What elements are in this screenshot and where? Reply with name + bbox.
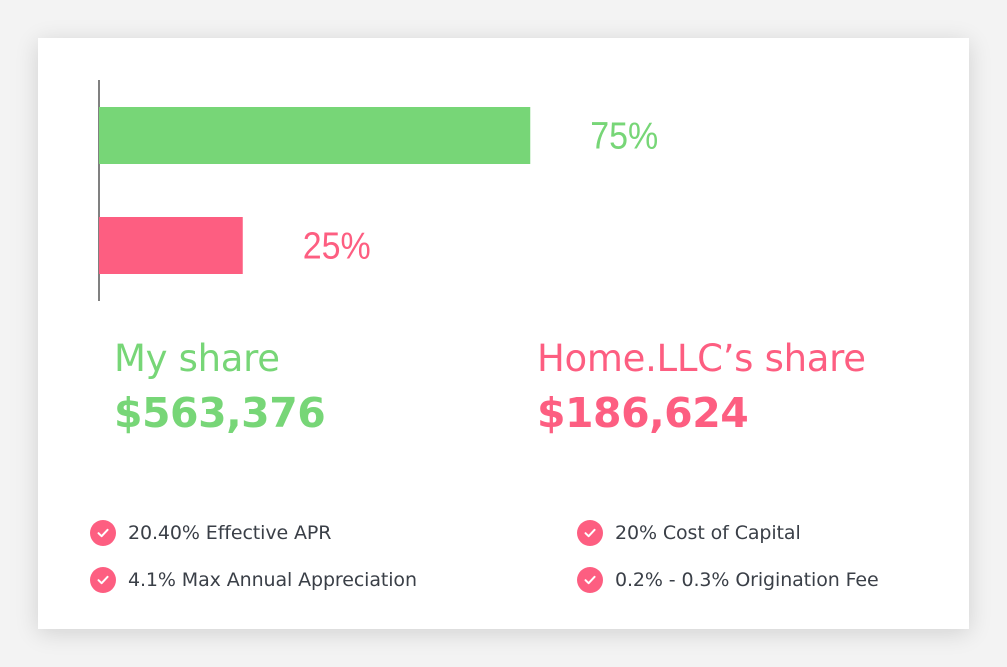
home-llc-share-amount: $186,624 [537,389,749,437]
share-bar-chart-svg: 75% 25% [98,80,658,301]
check-circle-icon [577,520,603,546]
share-bar-chart: 75% 25% [38,38,969,338]
my-share-block: My share $563,376 [114,336,326,440]
feature-list: 20.40% Effective APR 20% Cost of Capital… [90,518,950,608]
my-share-amount: $563,376 [114,389,326,437]
feature-text: 0.2% - 0.3% Origination Fee [615,569,879,591]
my-share-bar [99,107,531,164]
feature-item-cost-of-capital: 20% Cost of Capital [577,518,801,548]
feature-item-origination-fee: 0.2% - 0.3% Origination Fee [577,565,879,595]
feature-text: 20.40% Effective APR [128,522,332,544]
home-llc-share-block: Home.LLC’s share $186,624 [537,336,866,440]
home-llc-share-bar [99,217,243,274]
feature-text: 20% Cost of Capital [615,522,801,544]
feature-item-max-appreciation: 4.1% Max Annual Appreciation [90,565,417,595]
feature-item-effective-apr: 20.40% Effective APR [90,518,331,548]
check-circle-icon [90,567,116,593]
my-share-percent-label: 75% [590,116,658,158]
share-breakdown-card: 75% 25% My share $563,376 Home.LLC’s shar… [38,38,969,629]
home-llc-share-title: Home.LLC’s share [537,337,866,380]
home-llc-share-percent-label: 25% [303,226,371,268]
my-share-title: My share [114,337,280,380]
check-circle-icon [577,567,603,593]
check-circle-icon [90,520,116,546]
feature-text: 4.1% Max Annual Appreciation [128,569,417,591]
